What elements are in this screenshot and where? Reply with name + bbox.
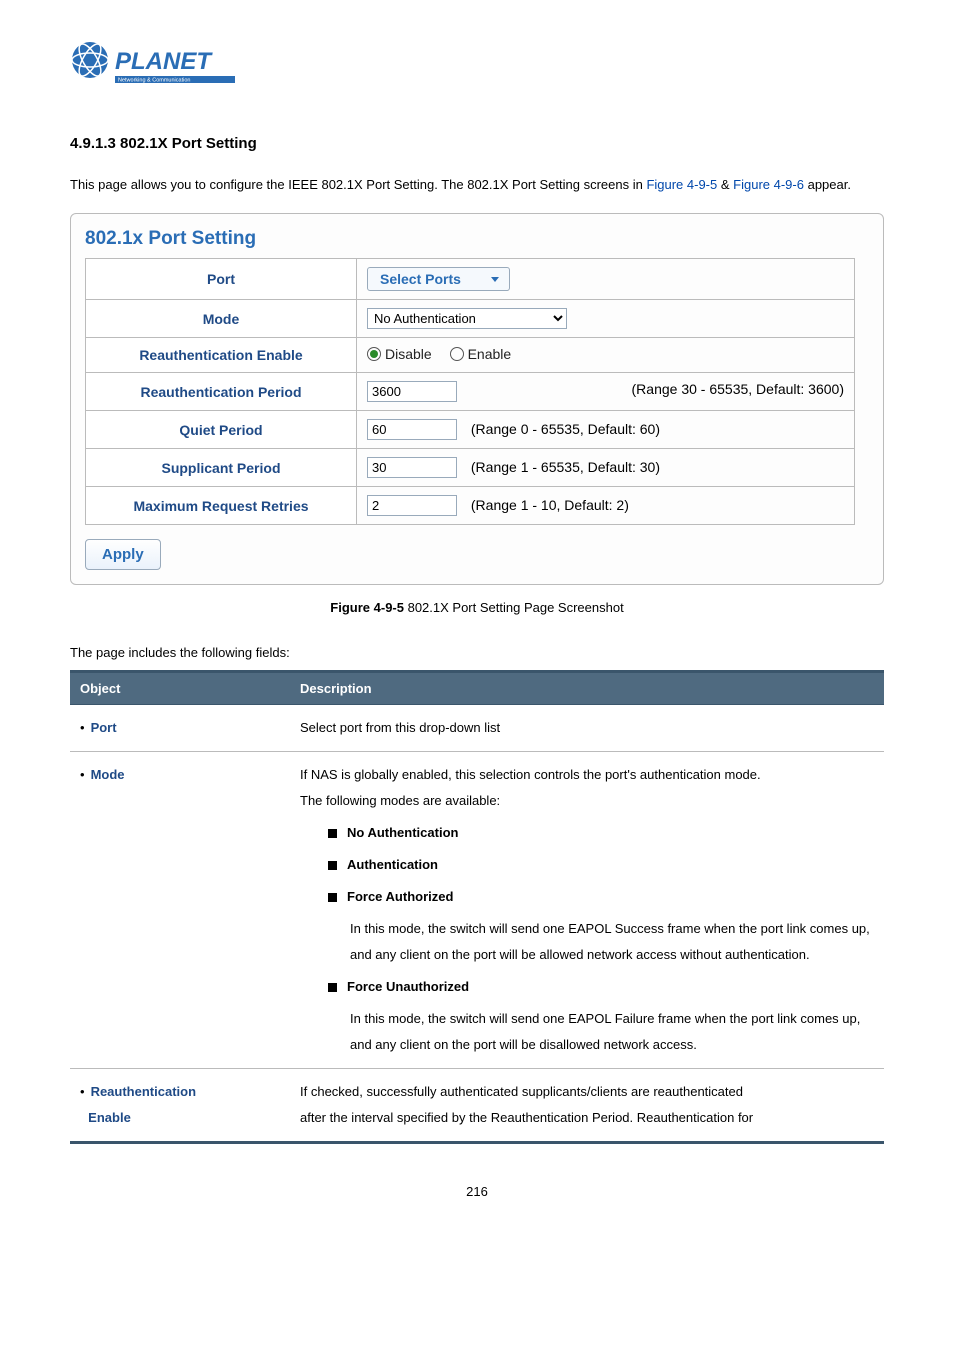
section-title: 4.9.1.3 802.1X Port Setting (70, 135, 884, 152)
max-req-label: Maximum Request Retries (86, 487, 357, 525)
table-row: •Mode If NAS is globally enabled, this s… (70, 752, 884, 1069)
table-row: •Reauthentication • Enable If checked, s… (70, 1069, 884, 1143)
apply-button[interactable]: Apply (85, 539, 161, 570)
select-ports-button-label: Select Ports (380, 271, 461, 287)
radio-checked-icon (367, 347, 381, 361)
page-number: 216 (70, 1184, 884, 1199)
supplicant-period-input[interactable] (367, 457, 457, 478)
reauth-disable-radio[interactable]: Disable (367, 346, 432, 362)
mode-intro1: If NAS is globally enabled, this selecti… (300, 762, 874, 788)
fields-intro: The page includes the following fields: (70, 645, 884, 660)
mode-force-auth-body: In this mode, the switch will send one E… (300, 916, 874, 968)
reauth-enable-label: Reauthentication Enable (86, 338, 357, 373)
planet-logo-icon: PLANET Networking & Communication (70, 40, 240, 95)
mode-label: Mode (86, 300, 357, 338)
intro-text: This page allows you to configure the IE… (70, 172, 884, 198)
mode-intro2: The following modes are available: (300, 788, 874, 814)
reauth-period-label: Reauthentication Period (86, 373, 357, 411)
figure-caption: Figure 4-9-5 802.1X Port Setting Page Sc… (70, 600, 884, 615)
chevron-down-icon (491, 277, 499, 282)
square-bullet-icon (328, 829, 337, 838)
reauth-period-input[interactable] (367, 381, 457, 402)
radio-unchecked-icon (450, 347, 464, 361)
caption-bold: Figure 4-9-5 (330, 600, 404, 615)
figure-link-1: Figure 4-9-5 (646, 177, 717, 192)
disable-label: Disable (385, 346, 432, 362)
quiet-period-label: Quiet Period (86, 411, 357, 449)
reauth-enable-radio[interactable]: Enable (450, 346, 512, 362)
obj-port: Port (91, 720, 117, 735)
supplicant-period-label: Supplicant Period (86, 449, 357, 487)
mode-force-unauth-body: In this mode, the switch will send one E… (300, 1006, 874, 1058)
settings-table: Port Select Ports Mode No Authentication (85, 258, 855, 525)
svg-text:PLANET: PLANET (115, 48, 213, 75)
logo: PLANET Networking & Communication (70, 40, 884, 95)
obj-reauth2: Enable (88, 1110, 131, 1125)
select-ports-button[interactable]: Select Ports (367, 267, 510, 291)
desc-reauth2: after the interval specified by the Reau… (300, 1105, 874, 1131)
square-bullet-icon (328, 893, 337, 902)
mode-select[interactable]: No Authentication (367, 308, 567, 329)
max-req-input[interactable] (367, 495, 457, 516)
mode-auth: Authentication (347, 857, 438, 872)
reauth-period-range: (Range 30 - 65535, Default: 3600) (632, 381, 844, 397)
obj-reauth: Reauthentication (91, 1084, 196, 1099)
desc-reauth1: If checked, successfully authenticated s… (300, 1079, 874, 1105)
mode-force-auth: Force Authorized (347, 889, 453, 904)
quiet-period-range: (Range 0 - 65535, Default: 60) (471, 421, 660, 437)
port-setting-panel: 802.1x Port Setting Port Select Ports Mo… (70, 213, 884, 585)
description-header: Description (290, 672, 884, 705)
figure-link-2: Figure 4-9-6 (733, 177, 804, 192)
max-req-range: (Range 1 - 10, Default: 2) (471, 497, 629, 513)
panel-title: 802.1x Port Setting (71, 224, 883, 258)
intro-part2: appear. (808, 177, 851, 192)
intro-part1: This page allows you to configure the IE… (70, 177, 646, 192)
logo-tagline: Networking & Communication (118, 78, 190, 84)
description-table: Object Description •Port Select port fro… (70, 670, 884, 1144)
table-row: •Port Select port from this drop-down li… (70, 705, 884, 752)
quiet-period-input[interactable] (367, 419, 457, 440)
desc-port: Select port from this drop-down list (290, 705, 884, 752)
object-header: Object (70, 672, 290, 705)
obj-mode: Mode (91, 767, 125, 782)
mode-no-auth: No Authentication (347, 825, 458, 840)
square-bullet-icon (328, 861, 337, 870)
port-label: Port (86, 259, 357, 300)
square-bullet-icon (328, 983, 337, 992)
supplicant-period-range: (Range 1 - 65535, Default: 30) (471, 459, 660, 475)
caption-rest: 802.1X Port Setting Page Screenshot (404, 600, 624, 615)
intro-amp: & (717, 177, 733, 192)
mode-force-unauth: Force Unauthorized (347, 979, 469, 994)
enable-label: Enable (468, 346, 512, 362)
